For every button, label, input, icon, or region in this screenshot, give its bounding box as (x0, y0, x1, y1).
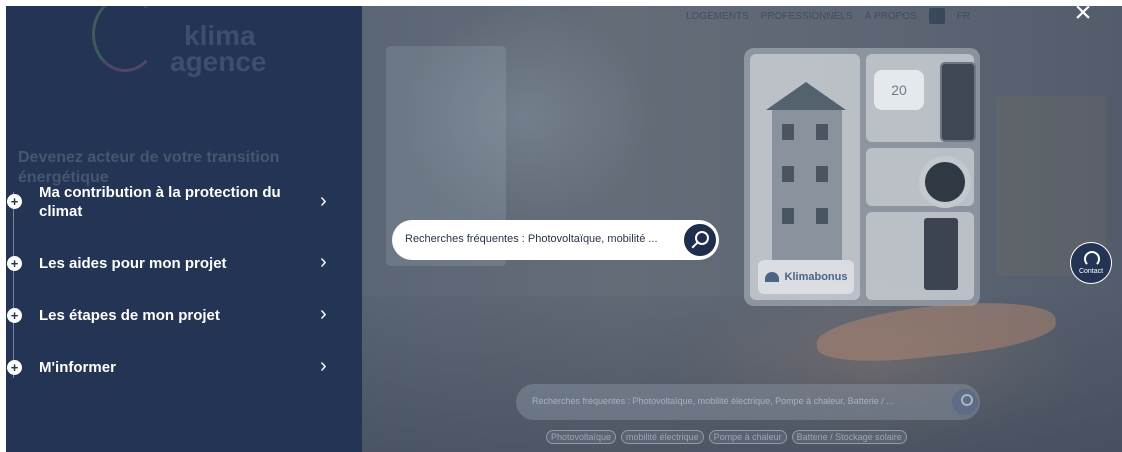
house-window (816, 208, 828, 224)
search-icon (961, 394, 973, 406)
plus-icon: + (7, 308, 22, 323)
nav-link-logements[interactable]: LOGEMENTS (686, 11, 749, 22)
menu-item-informer[interactable]: + M'informer › (6, 355, 346, 380)
menu-item-contribution[interactable]: + Ma contribution à la protection du cli… (6, 182, 346, 222)
overlay-frame: LOGEMENTS PROFESSIONNELS À PROPOS FR 20 … (6, 6, 1122, 452)
contact-label: Contact (1078, 268, 1104, 275)
language-selector[interactable]: FR (957, 11, 970, 22)
hero-illustration-card: 20 Klimabonus (744, 48, 980, 306)
chip-photovoltaique: Photovoltaïque (546, 430, 617, 444)
chip-mobilite: mobilité électrique (621, 430, 704, 444)
menu-item-aides[interactable]: + Les aides pour mon projet › (6, 251, 346, 276)
house-roof (766, 82, 846, 110)
heat-pump-illustration (919, 156, 971, 208)
plus-icon: + (7, 360, 22, 375)
frequent-search-chips: Photovoltaïque mobilité électrique Pompe… (546, 430, 907, 444)
chevron-right-icon: › (320, 190, 327, 212)
nav-link-a-propos[interactable]: À PROPOS (865, 11, 917, 22)
plus-icon: + (7, 256, 22, 271)
search-button[interactable] (683, 223, 717, 257)
menu-item-label: Ma contribution à la protection du clima… (39, 184, 281, 220)
menu-item-etapes[interactable]: + Les étapes de mon projet › (6, 303, 346, 328)
side-menu: klima agence Devenez acteur de votre tra… (6, 6, 362, 452)
nav-link-professionnels[interactable]: PROFESSIONNELS (761, 11, 853, 22)
top-navigation: LOGEMENTS PROFESSIONNELS À PROPOS FR (686, 6, 970, 26)
chip-batterie: Batterie / Stockage solaire (791, 430, 907, 444)
headset-icon (1084, 251, 1100, 267)
search-bar[interactable]: Recherches fréquentes : Photovoltaïque, … (392, 220, 719, 260)
chip-pompe-chaleur: Pompe à chaleur (708, 430, 787, 444)
chevron-right-icon: › (320, 355, 327, 377)
background-search-button (952, 389, 978, 415)
house-window (782, 166, 794, 182)
close-icon[interactable]: × (1066, 6, 1100, 32)
thermostat-display: 20 (874, 70, 924, 110)
search-icon-handle (691, 241, 699, 249)
water-tank-illustration (924, 218, 958, 290)
nav-search-icon[interactable] (928, 8, 945, 24)
background-search-placeholder: Recherches fréquentes : Photovoltaïque, … (532, 396, 894, 406)
smartphone-illustration (940, 62, 976, 142)
klimabonus-logo-icon (764, 272, 779, 282)
menu-item-label: M'informer (39, 359, 116, 376)
logo-icon (92, 6, 158, 72)
background-search-bar: Recherches fréquentes : Photovoltaïque, … (516, 384, 980, 420)
chevron-right-icon: › (320, 303, 327, 325)
house-illustration (772, 110, 842, 260)
klimabonus-label: Klimabonus (784, 271, 848, 283)
menu-item-label: Les étapes de mon projet (39, 307, 220, 324)
house-window (816, 166, 828, 182)
house-window (782, 208, 794, 224)
klimabonus-badge: Klimabonus (758, 260, 854, 294)
menu-item-label: Les aides pour mon projet (39, 255, 227, 272)
logo-text-agence[interactable]: agence (170, 46, 267, 78)
contact-button[interactable]: Contact (1070, 242, 1112, 284)
house-window (782, 124, 794, 140)
house-window (816, 124, 828, 140)
chevron-right-icon: › (320, 251, 327, 273)
search-input[interactable]: Recherches fréquentes : Photovoltaïque, … (405, 233, 658, 245)
plus-icon: + (7, 194, 22, 209)
